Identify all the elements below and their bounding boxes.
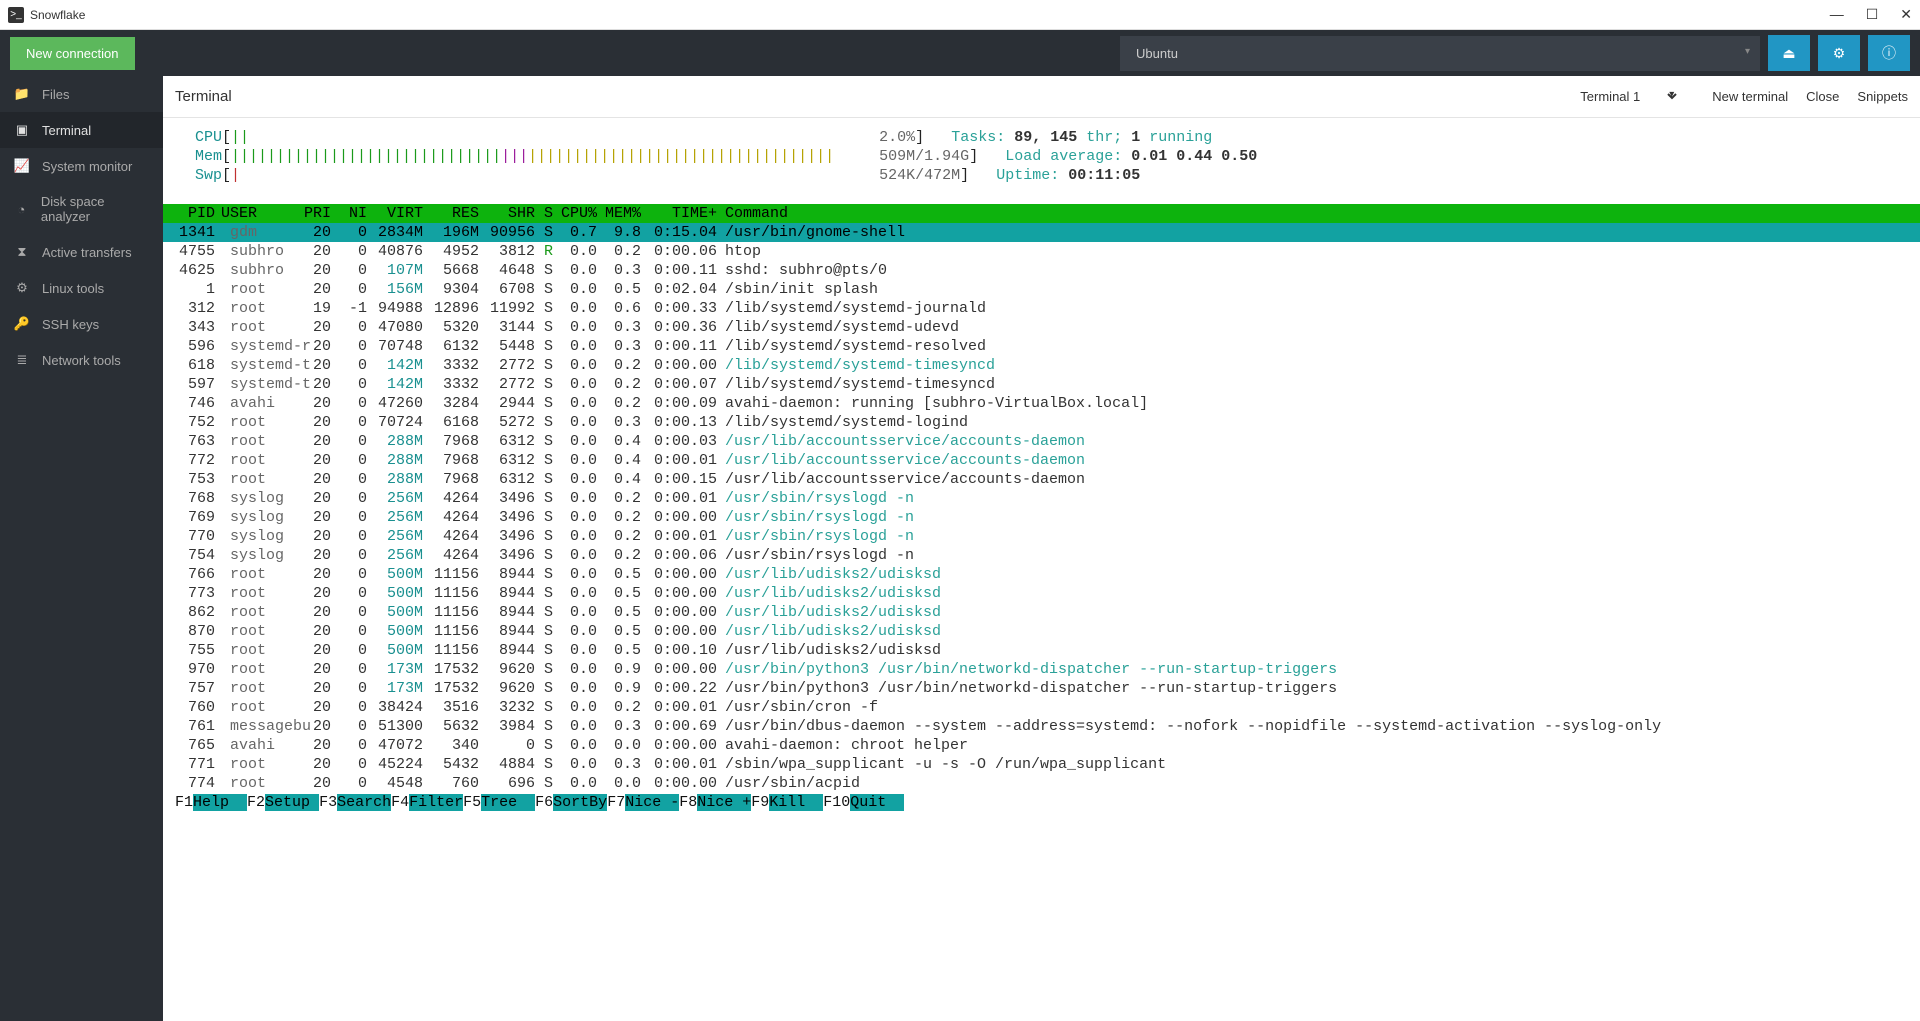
snippets-link[interactable]: Snippets [1857,89,1908,104]
process-row[interactable]: 4625 subhro200107M56684648S0.00.30:00.11… [163,261,1920,280]
sidebar-item-label: System monitor [42,159,132,174]
sidebar-item-ssh-keys[interactable]: 🔑 SSH keys [0,306,163,342]
close-terminal-link[interactable]: Close [1806,89,1839,104]
sidebar-item-linux-tools[interactable]: ⚙ Linux tools [0,270,163,306]
process-row[interactable]: 768 syslog200256M42643496S0.00.20:00.01/… [163,489,1920,508]
sidebar-icon: 📁 [14,86,30,102]
connection-select[interactable]: Ubuntu [1120,36,1760,71]
sidebar-icon: ⚙ [14,280,30,296]
sidebar-item-files[interactable]: 📁 Files [0,76,163,112]
process-row[interactable]: 772 root200288M79686312S0.00.40:00.01/us… [163,451,1920,470]
sidebar-item-disk-space-analyzer[interactable]: ◔ Disk space analyzer [0,184,163,234]
sidebar-icon: ≣ [14,352,30,368]
sidebar-icon: ▣ [14,122,30,138]
process-row[interactable]: 312 root19-1949881289611992S0.00.60:00.3… [163,299,1920,318]
sidebar-icon: 📈 [14,158,30,174]
process-row[interactable]: 770 syslog200256M42643496S0.00.20:00.01/… [163,527,1920,546]
process-row[interactable]: 763 root200288M79686312S0.00.40:00.03/us… [163,432,1920,451]
process-row[interactable]: 755 root200500M111568944S0.00.50:00.10/u… [163,641,1920,660]
info-button[interactable]: ⓘ [1868,35,1910,71]
process-row[interactable]: 757 root200173M175329620S0.00.90:00.22/u… [163,679,1920,698]
sidebar-item-label: Linux tools [42,281,104,296]
process-row[interactable]: 752 root2007072461685272S0.00.30:00.13/l… [163,413,1920,432]
sidebar-item-label: SSH keys [42,317,99,332]
process-row[interactable]: 862 root200500M111568944S0.00.50:00.00/u… [163,603,1920,622]
process-row[interactable]: 1341 gdm2002834M196M90956S0.79.80:15.04/… [163,223,1920,242]
sidebar-icon: ⧗ [14,244,30,260]
sidebar-item-terminal[interactable]: ▣ Terminal [0,112,163,148]
tab-title: Terminal [175,88,232,105]
new-terminal-link[interactable]: New terminal [1712,89,1788,104]
sidebar-item-label: Active transfers [42,245,132,260]
process-row[interactable]: 4755 subhro2004087649523812R0.00.20:00.0… [163,242,1920,261]
process-row[interactable]: 773 root200500M111568944S0.00.50:00.00/u… [163,584,1920,603]
eject-icon: ⏏ [1782,45,1795,62]
close-icon[interactable]: ✕ [1900,6,1912,23]
window-controls: — ☐ ✕ [1830,6,1912,23]
connection-select-wrap: Ubuntu [1120,36,1760,71]
htop-function-keys[interactable]: F1Help F2Setup F3SearchF4FilterF5Tree F6… [163,793,1920,812]
content-area: Terminal Terminal 1 New terminal Close S… [163,76,1920,1021]
toolbar: New connection Ubuntu ⏏ ⚙ ⓘ [0,30,1920,76]
process-row[interactable]: 754 syslog200256M42643496S0.00.20:00.06/… [163,546,1920,565]
process-row[interactable]: 771 root2004522454324884S0.00.30:00.01/s… [163,755,1920,774]
sidebar-item-label: Terminal [42,123,91,138]
process-row[interactable]: 765 avahi200470723400S0.00.00:00.00avahi… [163,736,1920,755]
process-row[interactable]: 761 messagebu2005130056323984S0.00.30:00… [163,717,1920,736]
process-row[interactable]: 760 root2003842435163232S0.00.20:00.01/u… [163,698,1920,717]
new-connection-button[interactable]: New connection [10,37,135,70]
sidebar-item-system-monitor[interactable]: 📈 System monitor [0,148,163,184]
process-row[interactable]: 618 systemd-t200142M33322772S0.00.20:00.… [163,356,1920,375]
sidebar-icon: 🔑 [14,316,30,332]
sidebar-icon: ◔ [14,202,29,217]
process-row[interactable]: 766 root200500M111568944S0.00.50:00.00/u… [163,565,1920,584]
disconnect-button[interactable]: ⏏ [1768,35,1810,71]
process-row[interactable]: 774 root2004548760696S0.00.00:00.00/usr/… [163,774,1920,793]
sidebar: 📁 Files ▣ Terminal 📈 System monitor ◔ Disk spac… [0,76,163,1021]
sidebar-item-active-transfers[interactable]: ⧗ Active transfers [0,234,163,270]
app-icon: >_ [8,7,24,23]
process-row[interactable]: 870 root200500M111568944S0.00.50:00.00/u… [163,622,1920,641]
sidebar-item-label: Network tools [42,353,121,368]
process-row[interactable]: 596 systemd-r2007074861325448S0.00.30:00… [163,337,1920,356]
tab-header: Terminal Terminal 1 New terminal Close S… [163,76,1920,118]
sidebar-item-label: Disk space analyzer [41,194,149,224]
sidebar-item-label: Files [42,87,69,102]
settings-button[interactable]: ⚙ [1818,35,1860,71]
maximize-icon[interactable]: ☐ [1866,6,1879,23]
process-row[interactable]: 343 root2004708053203144S0.00.30:00.36/l… [163,318,1920,337]
process-row[interactable]: 970 root200173M175329620S0.00.90:00.00/u… [163,660,1920,679]
sidebar-item-network-tools[interactable]: ≣ Network tools [0,342,163,378]
minimize-icon[interactable]: — [1830,6,1844,23]
process-row[interactable]: 746 avahi2004726032842944S0.00.20:00.09a… [163,394,1920,413]
info-icon: ⓘ [1882,43,1896,63]
terminal-output[interactable]: CPU[|| 2.0%] Tasks: 89, 145 thr; 1 runni… [163,118,1920,1021]
process-row[interactable]: 753 root200288M79686312S0.00.40:00.15/us… [163,470,1920,489]
process-table-header[interactable]: PIDUSERPRINIVIRTRESSHRSCPU%MEM%TIME+Comm… [163,204,1920,223]
terminal-select[interactable]: Terminal 1 [1568,84,1680,109]
window-title: Snowflake [30,8,85,22]
process-row[interactable]: 597 systemd-t200142M33322772S0.00.20:00.… [163,375,1920,394]
process-row[interactable]: 1 root200156M93046708S0.00.50:02.04/sbin… [163,280,1920,299]
sliders-icon: ⚙ [1833,45,1846,62]
titlebar: >_ Snowflake — ☐ ✕ [0,0,1920,30]
process-row[interactable]: 769 syslog200256M42643496S0.00.20:00.00/… [163,508,1920,527]
